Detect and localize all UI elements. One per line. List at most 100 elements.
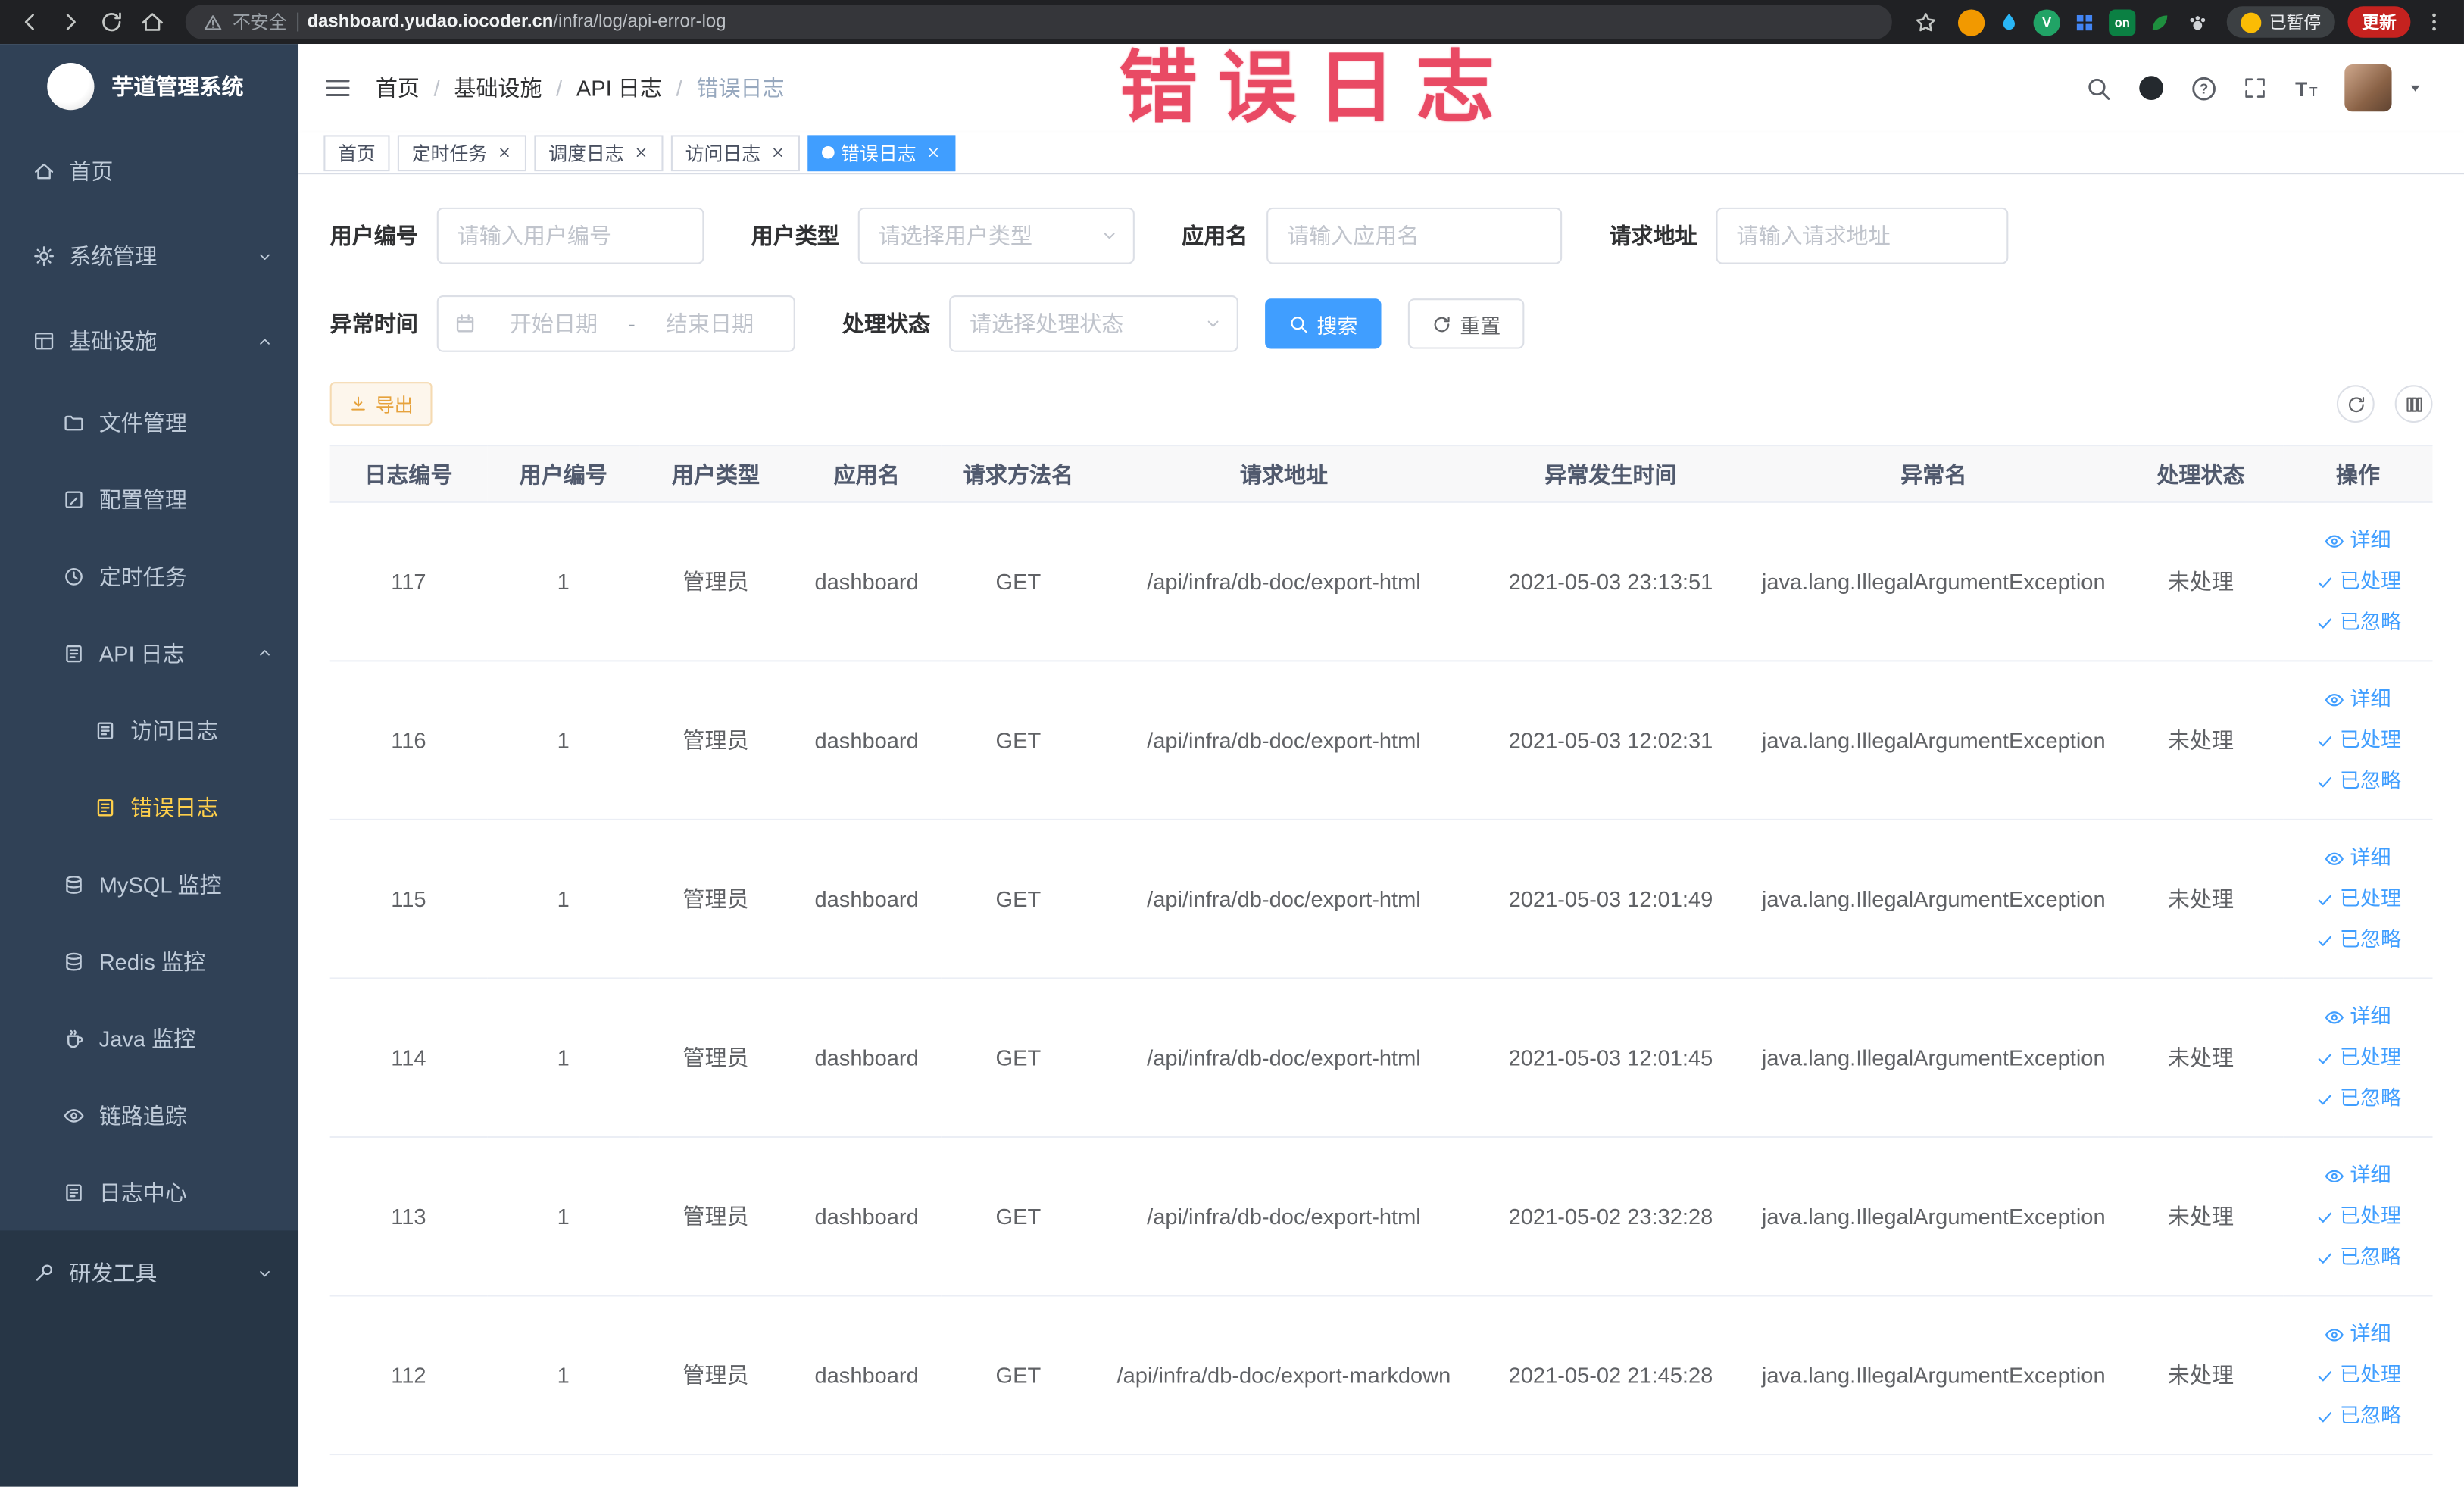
table-row: 116 1 管理员 dashboard GET/api/infra/db-doc/exp…	[329, 661, 2433, 820]
user-type-select[interactable]: 请选择用户类型	[857, 207, 1135, 264]
action-processed-link[interactable]: 已处理	[2288, 879, 2428, 920]
sidebar-item-infra[interactable]: 基础设施	[0, 298, 298, 383]
tab-error-log[interactable]: 错误日志	[807, 134, 956, 171]
sidebar-item-error-log[interactable]: 错误日志	[0, 768, 298, 845]
breadcrumb-separator: /	[676, 75, 682, 101]
sidebar-item-tracer[interactable]: 链路追踪	[0, 1076, 298, 1154]
action-processed-link[interactable]: 已处理	[2288, 1037, 2428, 1078]
close-icon[interactable]	[770, 145, 786, 161]
action-label: 详细	[2350, 686, 2391, 711]
sidebar-item-file[interactable]: 文件管理	[0, 383, 298, 461]
sidebar-item-job[interactable]: 定时任务	[0, 538, 298, 615]
action-ignored-link[interactable]: 已忽略	[2288, 761, 2428, 801]
avatar-caret-icon[interactable]	[2407, 80, 2423, 96]
fullscreen-icon[interactable]	[2242, 76, 2267, 101]
close-icon[interactable]	[633, 145, 649, 161]
extension-blue-grid-icon[interactable]	[2071, 8, 2097, 35]
check-icon	[2315, 1406, 2335, 1426]
action-detail-link[interactable]: 详细	[2288, 996, 2428, 1037]
sidebar-item-log-center[interactable]: 日志中心	[0, 1154, 298, 1231]
sidebar-item-api-log[interactable]: API 日志	[0, 614, 298, 692]
github-icon[interactable]	[2137, 74, 2165, 102]
action-label: 已忽略	[2340, 609, 2401, 634]
tab-home[interactable]: 首页	[323, 134, 390, 171]
action-detail-link[interactable]: 详细	[2288, 1314, 2428, 1354]
tab-access-log[interactable]: 访问日志	[670, 134, 801, 171]
table-row: 114 1 管理员 dashboard GET/api/infra/db-doc/exp…	[329, 978, 2433, 1139]
extension-on-badge-icon[interactable]: on	[2109, 8, 2136, 36]
cell-id: 112	[329, 1295, 488, 1456]
browser-reload-icon[interactable]	[94, 5, 129, 39]
help-icon[interactable]: ?	[2191, 75, 2217, 102]
profile-paused-chip[interactable]: 已暂停	[2226, 6, 2335, 38]
doc-icon	[94, 719, 116, 741]
app-logo[interactable]: 芋道管理系统	[0, 44, 298, 129]
search-button[interactable]: 搜索	[1265, 298, 1382, 349]
font-size-icon[interactable]: TT	[2293, 75, 2319, 102]
extension-leaf-icon[interactable]	[2147, 8, 2173, 35]
request-url-input[interactable]	[1716, 207, 2009, 264]
browser-menu-icon[interactable]	[2417, 5, 2452, 39]
action-detail-link[interactable]: 详细	[2288, 1155, 2428, 1196]
reset-button[interactable]: 重置	[1407, 298, 1525, 349]
user-id-input[interactable]	[436, 207, 704, 264]
tab-job[interactable]: 定时任务	[397, 134, 527, 171]
breadcrumb-item[interactable]: 首页	[376, 72, 420, 103]
update-label: 更新	[2362, 14, 2397, 33]
search-icon[interactable]	[2085, 75, 2112, 102]
action-ignored-link[interactable]: 已忽略	[2288, 602, 2428, 643]
action-detail-link[interactable]: 详细	[2288, 679, 2428, 720]
action-processed-link[interactable]: 已处理	[2288, 1354, 2428, 1395]
sidebar-item-system[interactable]: 系统管理	[0, 214, 298, 298]
export-button[interactable]: 导出	[329, 382, 433, 426]
cell-time: 2021-05-02 21:45:28	[1472, 1295, 1750, 1456]
action-detail-link[interactable]: 详细	[2288, 838, 2428, 879]
sidebar-item-java[interactable]: Java 监控	[0, 999, 298, 1076]
sidebar-item-dev-tool[interactable]: 研发工具	[0, 1230, 299, 1316]
column-settings-button[interactable]	[2394, 385, 2433, 423]
action-detail-link[interactable]: 详细	[2288, 520, 2428, 561]
filter-user-id: 用户编号	[330, 207, 704, 264]
action-ignored-link[interactable]: 已忽略	[2288, 1078, 2428, 1119]
extension-water-drop-icon[interactable]	[1996, 8, 2022, 35]
process-status-select[interactable]: 请选择处理状态	[949, 295, 1238, 352]
sidebar-toggle-icon[interactable]	[323, 74, 351, 102]
tab-label: 错误日志	[841, 142, 917, 164]
close-icon[interactable]	[926, 145, 942, 161]
cell-user-id: 1	[487, 819, 640, 979]
url-domain: dashboard.yudao.iocoder.cn	[307, 12, 554, 32]
browser-update-button[interactable]: 更新	[2347, 6, 2411, 38]
sidebar-item-label: 定时任务	[98, 563, 187, 589]
extension-green-v-icon[interactable]: V	[2033, 8, 2060, 36]
browser-forward-icon[interactable]	[54, 5, 89, 39]
sidebar-item-config[interactable]: 配置管理	[0, 461, 298, 538]
user-avatar[interactable]	[2344, 64, 2392, 112]
sidebar-item-access-log[interactable]: 访问日志	[0, 692, 298, 769]
refresh-table-button[interactable]	[2336, 385, 2375, 423]
filter-row-2: 异常时间 开始日期 - 结束日期 处理状态 请选择处理状态 搜索 重置	[330, 295, 2433, 352]
action-processed-link[interactable]: 已处理	[2288, 1196, 2428, 1237]
action-ignored-link[interactable]: 已忽略	[2288, 1237, 2428, 1278]
active-tab-dot-icon	[822, 145, 835, 159]
request-url-label: 请求地址	[1609, 223, 1697, 248]
action-label: 已处理	[2340, 1045, 2401, 1069]
exception-time-range-picker[interactable]: 开始日期 - 结束日期	[436, 295, 795, 352]
bookmark-star-icon[interactable]	[1908, 5, 1943, 39]
action-processed-link[interactable]: 已处理	[2288, 720, 2428, 761]
sidebar-item-mysql[interactable]: MySQL 监控	[0, 845, 298, 923]
sidebar-item-home[interactable]: 首页	[0, 129, 298, 214]
close-icon[interactable]	[497, 145, 513, 161]
tab-job-log[interactable]: 调度日志	[534, 134, 664, 171]
action-processed-link[interactable]: 已处理	[2288, 561, 2428, 602]
extension-paw-icon[interactable]	[2184, 8, 2211, 35]
action-ignored-link[interactable]: 已忽略	[2288, 1395, 2428, 1436]
extension-orange-circle-icon[interactable]	[1957, 8, 1985, 36]
app-name-input[interactable]	[1266, 207, 1563, 264]
action-ignored-link[interactable]: 已忽略	[2288, 920, 2428, 961]
browser-back-icon[interactable]	[13, 5, 48, 39]
browser-home-icon[interactable]	[135, 5, 170, 39]
sidebar-item-redis[interactable]: Redis 监控	[0, 923, 298, 1000]
breadcrumb-item[interactable]: 基础设施	[454, 72, 542, 103]
breadcrumb-item[interactable]: API 日志	[576, 72, 662, 103]
address-bar[interactable]: 不安全 dashboard.yudao.iocoder.cn/infra/log…	[185, 5, 1892, 39]
